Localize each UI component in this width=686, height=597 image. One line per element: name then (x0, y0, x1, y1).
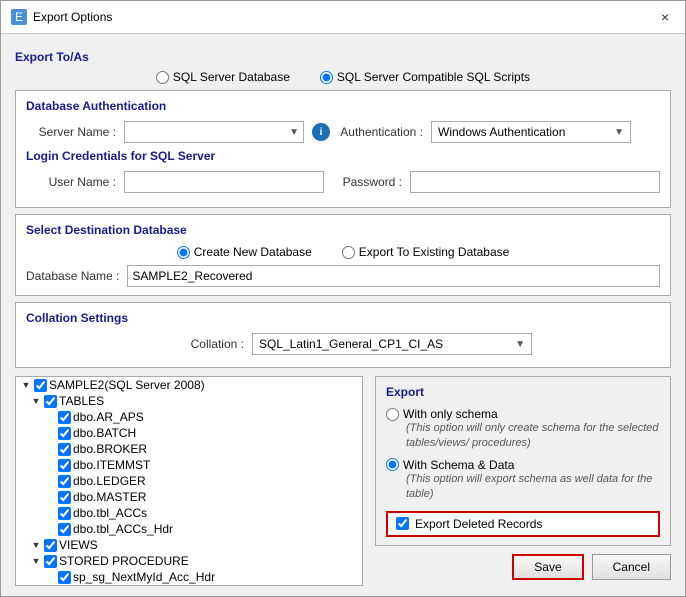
radio-export-existing[interactable]: Export To Existing Database (342, 245, 510, 259)
expander-1: ▼ (30, 395, 42, 407)
tree-item[interactable]: ▼ TABLES (16, 393, 362, 409)
export-group-title: Export (386, 385, 660, 399)
tree-checkbox-6[interactable] (58, 475, 71, 488)
destination-database-group: Select Destination Database Create New D… (15, 214, 671, 296)
collation-label: Collation : (154, 337, 244, 351)
database-name-row: Database Name : (26, 265, 660, 287)
collation-arrow: ▼ (515, 339, 525, 350)
tree-panel[interactable]: ▼ SAMPLE2(SQL Server 2008) ▼ TABLES dbo.… (15, 376, 363, 586)
server-name-row: Server Name : ▼ i Authentication : Windo… (26, 121, 660, 143)
username-label: User Name : (26, 175, 116, 189)
tree-item[interactable]: dbo.MASTER (16, 489, 362, 505)
titlebar: E Export Options × (1, 1, 685, 34)
export-deleted-records-row: Export Deleted Records (386, 511, 660, 537)
login-credentials-title: Login Credentials for SQL Server (26, 149, 660, 163)
server-name-arrow: ▼ (289, 127, 299, 138)
database-name-label: Database Name : (26, 269, 119, 283)
password-input[interactable] (410, 171, 660, 193)
collation-row: Collation : SQL_Latin1_General_CP1_CI_AS… (26, 333, 660, 355)
export-toas-options: SQL Server Database SQL Server Compatibl… (15, 70, 671, 84)
export-deleted-label: Export Deleted Records (415, 517, 542, 531)
bottom-section: ▼ SAMPLE2(SQL Server 2008) ▼ TABLES dbo.… (15, 376, 671, 586)
collation-combo[interactable]: SQL_Latin1_General_CP1_CI_AS ▼ (252, 333, 532, 355)
tree-item[interactable]: dbo.AR_APS (16, 409, 362, 425)
expander-0: ▼ (20, 379, 32, 391)
auth-row: Authentication : Windows Authentication … (338, 121, 631, 143)
export-options-dialog: E Export Options × Export To/As SQL Serv… (0, 0, 686, 597)
tree-item[interactable]: sp_sg_NextMyId_Acc_Hdr (16, 569, 362, 585)
export-deleted-checkbox[interactable] (396, 517, 409, 530)
radio-schema-only[interactable]: With only schema (386, 407, 660, 421)
tree-checkbox-sp[interactable] (44, 555, 57, 568)
export-schema-data-option: With Schema & Data (This option will exp… (386, 458, 660, 503)
password-label: Password : (332, 175, 402, 189)
tree-item[interactable]: dbo.tbl_ACCs_Hdr (16, 521, 362, 537)
expander-sp: ▼ (30, 555, 42, 567)
titlebar-left: E Export Options (11, 9, 112, 25)
authentication-label: Authentication : (338, 125, 423, 139)
credentials-row: User Name : Password : (26, 171, 660, 193)
tree-checkbox-4[interactable] (58, 443, 71, 456)
export-toas-label: Export To/As (15, 50, 671, 64)
collation-settings-title: Collation Settings (26, 311, 660, 325)
tree-checkbox-3[interactable] (58, 427, 71, 440)
server-name-label: Server Name : (26, 125, 116, 139)
server-name-combo[interactable]: ▼ (124, 121, 304, 143)
tree-checkbox-9[interactable] (58, 523, 71, 536)
tree-item[interactable]: ▼ VIEWS (16, 537, 362, 553)
authentication-combo[interactable]: Windows Authentication ▼ (431, 121, 631, 143)
database-name-input[interactable] (127, 265, 660, 287)
app-icon: E (11, 9, 27, 25)
database-authentication-title: Database Authentication (26, 99, 660, 113)
destination-database-title: Select Destination Database (26, 223, 660, 237)
tree-checkbox-8[interactable] (58, 507, 71, 520)
tree-item[interactable]: dbo.BATCH (16, 425, 362, 441)
tree-checkbox-2[interactable] (58, 411, 71, 424)
tree-item[interactable]: dbo.ITEMMST (16, 457, 362, 473)
tree-item[interactable]: ▼ SAMPLE2(SQL Server 2008) (16, 377, 362, 393)
dialog-title: Export Options (33, 10, 112, 24)
expander-views: ▼ (30, 539, 42, 551)
tree-checkbox-sp1[interactable] (58, 571, 71, 584)
database-authentication-group: Database Authentication Server Name : ▼ … (15, 90, 671, 208)
right-panel: Export With only schema (This option wil… (363, 376, 671, 586)
save-button[interactable]: Save (512, 554, 583, 580)
tree-checkbox-1[interactable] (44, 395, 57, 408)
radio-sql-server-db[interactable]: SQL Server Database (156, 70, 290, 84)
auth-arrow: ▼ (614, 127, 624, 138)
schema-data-desc: (This option will export schema as well … (406, 472, 660, 503)
radio-create-new[interactable]: Create New Database (177, 245, 312, 259)
tree-item[interactable]: ▼ STORED PROCEDURE (16, 553, 362, 569)
tree-item[interactable]: dbo.tbl_ACCs (16, 505, 362, 521)
tree-item[interactable]: dbo.LEDGER (16, 473, 362, 489)
export-group: Export With only schema (This option wil… (375, 376, 671, 546)
dialog-content: Export To/As SQL Server Database SQL Ser… (1, 34, 685, 596)
radio-sql-scripts[interactable]: SQL Server Compatible SQL Scripts (320, 70, 530, 84)
tree-checkbox-7[interactable] (58, 491, 71, 504)
username-input[interactable] (124, 171, 324, 193)
export-schema-only-option: With only schema (This option will only … (386, 407, 660, 452)
tree-checkbox-views[interactable] (44, 539, 57, 552)
collation-settings-group: Collation Settings Collation : SQL_Latin… (15, 302, 671, 368)
cancel-button[interactable]: Cancel (592, 554, 671, 580)
tree-checkbox-0[interactable] (34, 379, 47, 392)
info-button[interactable]: i (312, 123, 330, 141)
radio-schema-data[interactable]: With Schema & Data (386, 458, 660, 472)
tree-item[interactable]: dbo.BROKER (16, 441, 362, 457)
tree-checkbox-5[interactable] (58, 459, 71, 472)
schema-only-desc: (This option will only create schema for… (406, 421, 660, 452)
destination-options-row: Create New Database Export To Existing D… (26, 245, 660, 259)
button-row: Save Cancel (375, 554, 671, 580)
close-button[interactable]: × (655, 7, 675, 27)
